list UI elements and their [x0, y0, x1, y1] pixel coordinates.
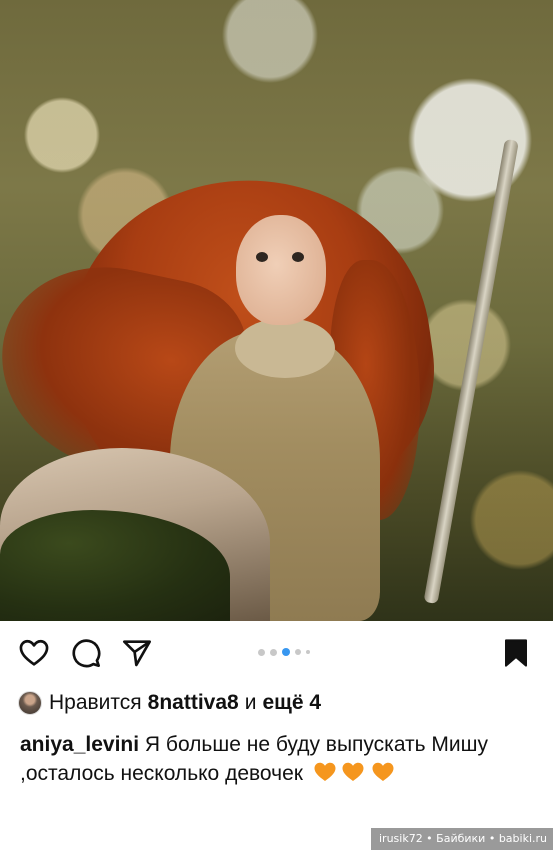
- orange-heart-icon: [314, 762, 336, 781]
- comment-icon[interactable]: [70, 637, 102, 669]
- liker-username[interactable]: 8nattiva8: [148, 691, 239, 715]
- carousel-indicator: [258, 647, 310, 657]
- post-photo[interactable]: [0, 0, 553, 621]
- bookmark-icon[interactable]: [500, 637, 532, 669]
- likes-connector: и: [244, 691, 257, 714]
- likes-prefix: Нравится: [49, 691, 142, 714]
- doll-eye-right: [292, 252, 304, 262]
- doll-collar: [235, 318, 335, 378]
- heart-icon[interactable]: [18, 637, 50, 669]
- orange-heart-icon: [342, 762, 364, 781]
- likes-more-link[interactable]: ещё 4: [262, 691, 321, 715]
- carousel-dot: [258, 648, 265, 656]
- doll-face: [236, 215, 326, 325]
- birch-branch: [423, 138, 519, 605]
- paper-plane-icon[interactable]: [121, 637, 153, 669]
- carousel-dot: [295, 649, 301, 655]
- post-caption: aniya_levini Я больше не буду выпускать …: [20, 730, 540, 788]
- carousel-dot: [270, 648, 277, 656]
- liker-avatar[interactable]: [18, 691, 42, 715]
- carousel-dot: [306, 650, 310, 654]
- doll-eye-left: [256, 252, 268, 262]
- watermark: irusik72 • Байбики • babiki.ru: [370, 828, 553, 850]
- caption-username[interactable]: aniya_levini: [20, 733, 139, 756]
- orange-heart-icon: [372, 762, 394, 781]
- carousel-dot-active: [282, 648, 290, 656]
- likes-line: Нравится 8nattiva8 и ещё 4: [18, 689, 321, 717]
- post-actions-bar: [0, 621, 553, 683]
